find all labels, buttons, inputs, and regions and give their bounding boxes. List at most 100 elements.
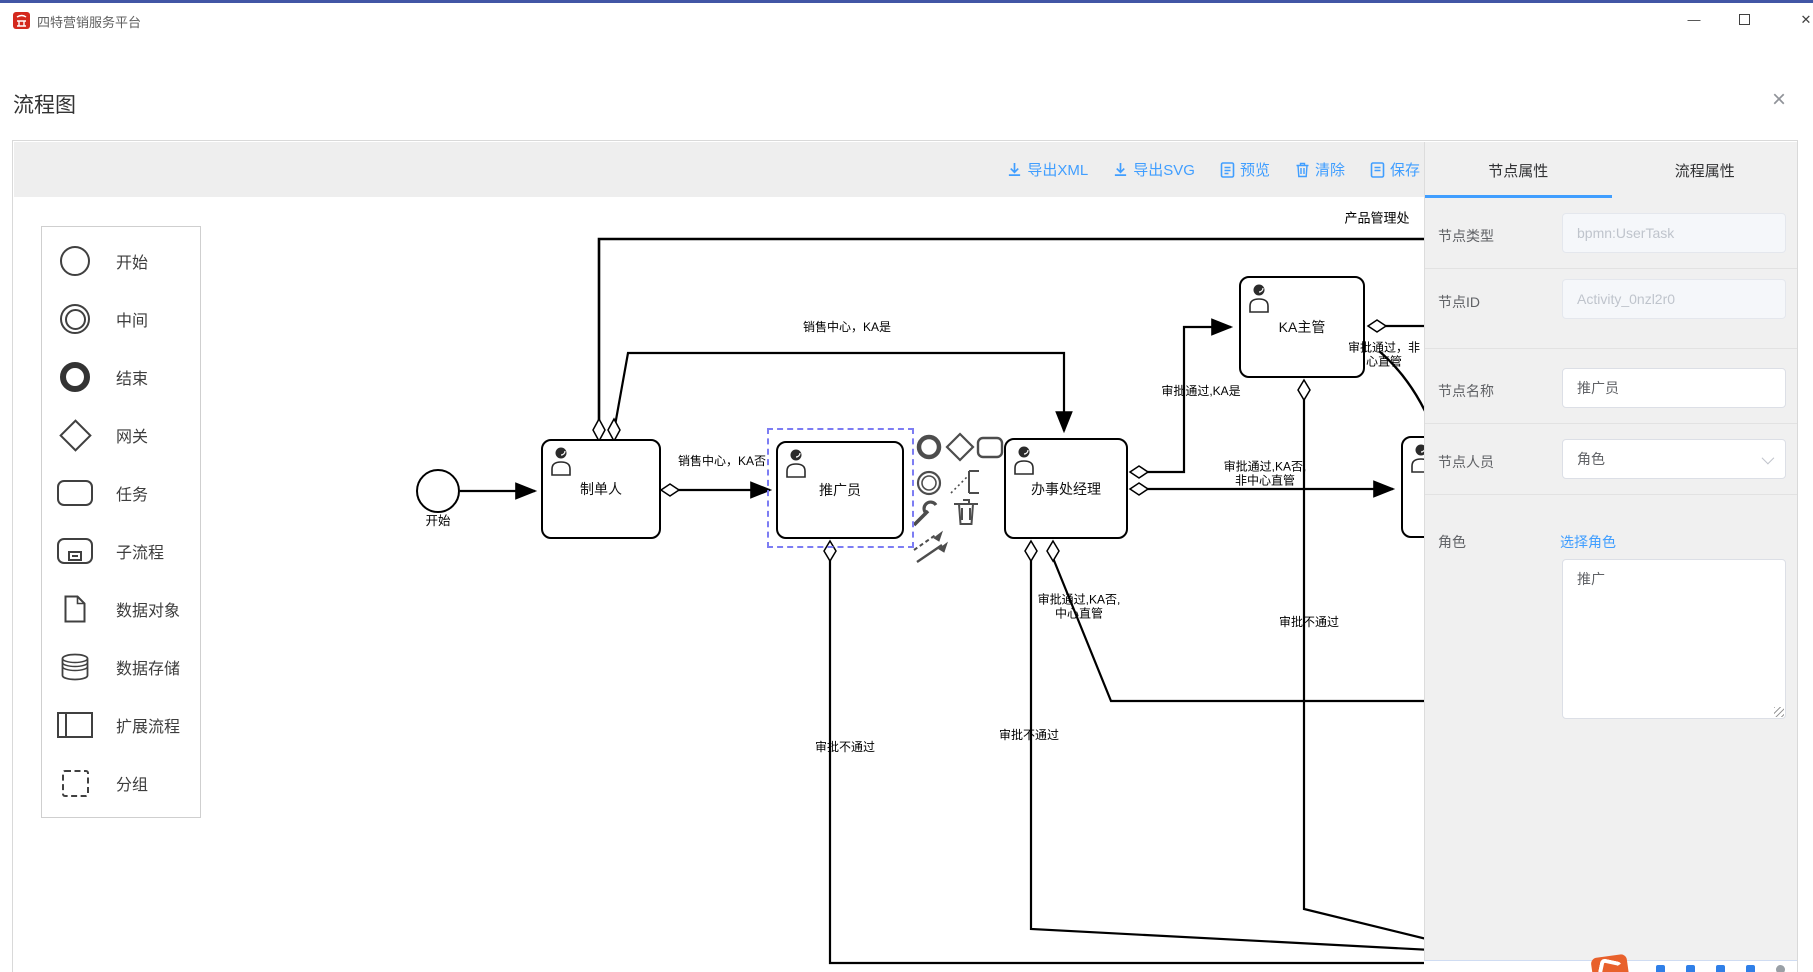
user-task-icon (785, 448, 811, 481)
preview-button[interactable]: 预览 (1220, 159, 1270, 180)
footer-icon[interactable] (1746, 965, 1755, 972)
task-node-promoter-selected[interactable]: 推广员 (776, 441, 904, 539)
contextpad-gateway-icon[interactable] (947, 434, 973, 460)
conditional-marker (1130, 483, 1148, 495)
footer-icon[interactable] (1776, 965, 1785, 972)
footer-icon[interactable] (1716, 965, 1725, 972)
contextpad-intermediate-icon (922, 476, 936, 490)
task-label: 制单人 (580, 479, 622, 499)
export-xml-button[interactable]: 导出XML (1007, 159, 1088, 180)
user-task-icon (1013, 445, 1039, 478)
flow-editor-container: 导出XML 导出SVG 预览 清除 保存 开始 中间 结束 (12, 140, 1798, 972)
conditional-marker (1368, 320, 1386, 332)
chevron-down-icon (1762, 451, 1775, 464)
contextpad-wrench-icon (924, 502, 936, 514)
expanded-process-icon (57, 712, 93, 738)
textarea-resize-handle[interactable] (1774, 707, 1784, 717)
lane-label: 产品管理处 (1344, 208, 1409, 227)
trash-icon (1295, 162, 1310, 178)
clear-button[interactable]: 清除 (1295, 159, 1345, 180)
node-type-input[interactable] (1562, 213, 1786, 253)
footer-icon[interactable] (1686, 965, 1695, 972)
task-node-office-manager[interactable]: 办事处经理 (1004, 438, 1128, 539)
minimize-button[interactable]: — (1672, 3, 1716, 36)
contextpad-connect-dashed-icon[interactable] (914, 534, 937, 550)
node-type-label: 节点类型 (1438, 226, 1494, 246)
palette-item-data-object[interactable]: 数据对象 (42, 580, 200, 638)
node-person-label: 节点人员 (1438, 452, 1494, 472)
edge-label[interactable]: 审批通过,KA是 (1161, 384, 1240, 398)
task-label: 推广员 (819, 480, 861, 500)
palette-item-task[interactable]: 任务 (42, 464, 200, 522)
edge-label[interactable]: 审批不通过 (815, 740, 875, 754)
palette-item-gateway[interactable]: 网关 (42, 406, 200, 464)
select-role-link[interactable]: 选择角色 (1560, 532, 1616, 552)
tab-process-properties[interactable]: 流程属性 (1612, 142, 1799, 198)
contextpad-connect-icon[interactable] (917, 545, 942, 562)
footer-bar (1424, 960, 1798, 972)
node-name-input[interactable] (1562, 368, 1786, 408)
edge-label[interactable]: 销售中心，KA否 (678, 454, 766, 468)
conditional-marker (1298, 380, 1310, 400)
divider (1425, 268, 1798, 269)
edge-label[interactable]: 审批不通过 (1279, 615, 1339, 629)
node-person-select[interactable]: 角色 (1562, 439, 1786, 479)
edge-label[interactable]: 审批通过，非 心直管 (1348, 341, 1420, 370)
tab-node-properties[interactable]: 节点属性 (1425, 142, 1612, 198)
footer-icon[interactable] (1656, 965, 1665, 972)
shape-palette: 开始 中间 结束 网关 任务 子流程 数据对象 数据存储 扩展流程 分组 (41, 226, 201, 818)
download-icon (1113, 162, 1128, 177)
node-name-label: 节点名称 (1438, 381, 1494, 401)
export-svg-button[interactable]: 导出SVG (1113, 159, 1195, 180)
palette-item-intermediate[interactable]: 中间 (42, 290, 200, 348)
task-node-ka-supervisor[interactable]: KA主管 (1239, 276, 1365, 378)
task-label: KA主管 (1279, 317, 1326, 337)
conditional-marker (593, 419, 605, 441)
properties-panel: 节点属性 流程属性 节点类型 节点ID 节点名称 节点人员 角色 角色 选择角色 (1424, 142, 1798, 961)
save-doc-icon (1370, 162, 1385, 178)
dialog-close-icon[interactable]: × (1764, 85, 1794, 115)
conditional-marker (608, 419, 620, 441)
edge-label[interactable]: 销售中心，KA是 (803, 320, 891, 334)
palette-item-data-store[interactable]: 数据存储 (42, 638, 200, 696)
task-icon (57, 480, 93, 506)
window-title: 四特营销服务平台 (37, 12, 141, 31)
contextpad-annotation-icon[interactable] (969, 471, 979, 493)
close-window-button[interactable]: ✕ (1786, 3, 1813, 36)
intermediate-event-icon (60, 304, 90, 334)
task-node-maker[interactable]: 制单人 (541, 439, 661, 539)
active-tab-indicator (1425, 195, 1612, 198)
start-event-label: 开始 (416, 510, 460, 529)
edge-office-manager-to-ka[interactable] (1139, 327, 1231, 472)
end-event-icon (60, 362, 90, 392)
divider (1425, 423, 1798, 424)
role-label: 角色 (1438, 532, 1466, 552)
edge-label[interactable]: 审批通过,KA否, 中心直管 (1038, 593, 1121, 622)
contextpad-connect-icon (939, 543, 947, 552)
data-object-icon (64, 595, 86, 623)
app-logo-icon (13, 12, 30, 29)
palette-item-end[interactable]: 结束 (42, 348, 200, 406)
group-icon (62, 770, 89, 797)
edge-label[interactable]: 审批不通过 (999, 728, 1059, 742)
gateway-icon (59, 419, 92, 452)
contextpad-annotation-icon (951, 477, 967, 493)
palette-item-group[interactable]: 分组 (42, 754, 200, 812)
maximize-button[interactable] (1722, 3, 1766, 36)
contextpad-end-event-icon[interactable] (919, 437, 939, 457)
save-button[interactable]: 保存 (1370, 159, 1420, 180)
edge-maker-to-office-manager[interactable] (614, 353, 1064, 431)
task-label: 办事处经理 (1031, 479, 1101, 499)
contextpad-trash-icon[interactable] (954, 500, 978, 524)
start-event-node[interactable] (416, 469, 460, 513)
node-id-input[interactable] (1562, 279, 1786, 319)
conditional-marker (661, 484, 679, 496)
edge-label[interactable]: 审批通过,KA否, 非中心直管 (1224, 460, 1307, 489)
editor-toolbar: 导出XML 导出SVG 预览 清除 保存 (14, 142, 1424, 197)
palette-item-subprocess[interactable]: 子流程 (42, 522, 200, 580)
role-textarea[interactable] (1562, 559, 1786, 719)
palette-item-expanded-process[interactable]: 扩展流程 (42, 696, 200, 754)
palette-item-start[interactable]: 开始 (42, 232, 200, 290)
conditional-marker (1130, 466, 1148, 478)
contextpad-task-icon[interactable] (978, 438, 1002, 457)
